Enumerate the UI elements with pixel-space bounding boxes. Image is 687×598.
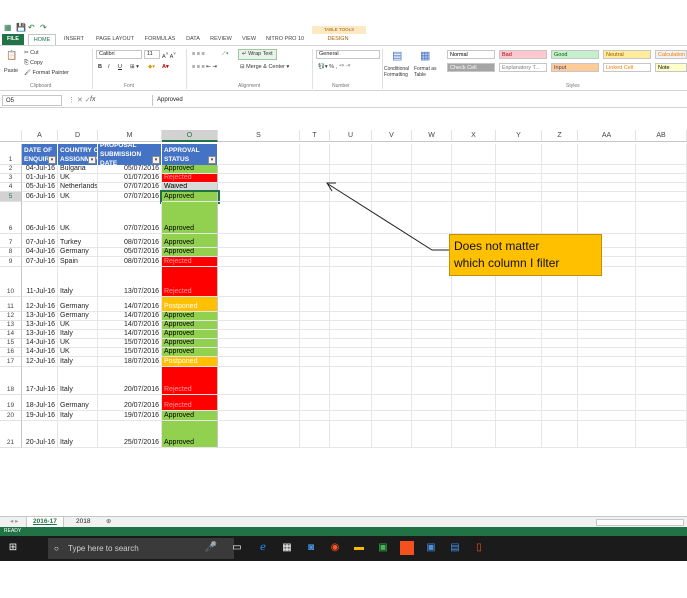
media-icon[interactable]: ▤ <box>448 541 462 555</box>
file-explorer-icon[interactable]: ▬ <box>352 541 366 555</box>
excel-window: ▦ 💾 ↶ ↷ TABLE TOOLS FILE HOME INSERT PAG… <box>0 0 687 598</box>
callout-box: Does not matter which column I filter <box>449 234 602 276</box>
edge-icon[interactable]: ℯ <box>256 541 270 555</box>
callout-line-2: which column I filter <box>454 256 560 270</box>
sheet-tab-2016-17[interactable]: 2016-17 <box>26 517 64 527</box>
search-icon: ○ <box>54 544 59 553</box>
excel-taskbar-icon[interactable]: ▣ <box>376 541 390 555</box>
task-view-icon[interactable]: ▭ <box>230 541 244 555</box>
microphone-icon[interactable]: 🎤 <box>204 541 218 555</box>
windows-start-icon[interactable]: ⊞ <box>6 541 20 555</box>
windows-taskbar: ⊞ ○ Type here to search 🎤 ▭ ℯ ▦ ◙ ◉ ▬ ▣ … <box>0 536 687 561</box>
office-icon[interactable]: ▯ <box>472 541 486 555</box>
chrome-icon[interactable]: ◉ <box>328 541 342 555</box>
callout-line-1: Does not matter <box>454 239 540 253</box>
outlook-icon[interactable]: ◙ <box>304 541 318 555</box>
word-icon[interactable]: ▣ <box>424 541 438 555</box>
sheet-tab-bar: ◂ ▸ 2016-17 2018 ⊕ <box>0 516 687 527</box>
add-sheet-icon[interactable]: ⊕ <box>100 517 117 527</box>
status-bar: READY <box>0 527 687 536</box>
calculator-icon[interactable]: ▦ <box>280 541 294 555</box>
callout-arrow <box>326 182 449 251</box>
powerpoint-icon[interactable]: ▮ <box>400 541 414 555</box>
horizontal-scrollbar[interactable] <box>596 519 684 526</box>
sheet-tab-2018[interactable]: 2018 <box>70 517 96 527</box>
sheet-scroll-icon[interactable]: ◂ ▸ <box>4 517 24 527</box>
